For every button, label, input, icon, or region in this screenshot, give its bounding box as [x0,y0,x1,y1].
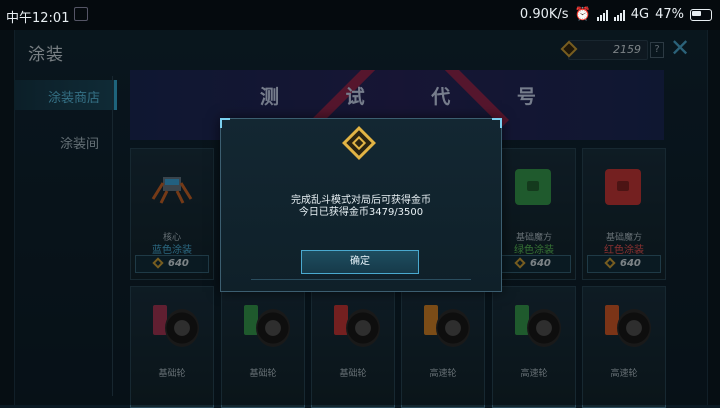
dialog-corner [492,118,502,128]
status-bar: 中午12:01 0.90K/s ⏰ 4G 47% [0,0,720,30]
dialog-corner [220,118,230,128]
network-speed: 0.90K/s [519,7,569,22]
signal-icon [596,9,608,21]
battery-percent: 47% [655,7,684,22]
notification-icon [74,7,88,21]
dialog-message-line1: 完成乱斗模式对局后可获得金币 [291,195,431,206]
coin-info-dialog: 完成乱斗模式对局后可获得金币 今日已获得金币3479/3500 确定 [220,118,502,292]
network-type: 4G [630,7,650,22]
status-right: 0.90K/s ⏰ 4G 47% [520,7,712,22]
coin-emblem-icon [342,126,376,160]
dialog-divider [251,279,471,280]
status-time: 中午12:01 [6,11,70,26]
confirm-button[interactable]: 确定 [301,250,419,274]
signal-icon-2 [613,9,625,21]
battery-icon [690,8,712,21]
dialog-message: 完成乱斗模式对局后可获得金币 今日已获得金币3479/3500 [221,195,501,219]
dialog-message-line2: 今日已获得金币3479/3500 [298,207,424,218]
alarm-icon: ⏰ [574,7,591,22]
